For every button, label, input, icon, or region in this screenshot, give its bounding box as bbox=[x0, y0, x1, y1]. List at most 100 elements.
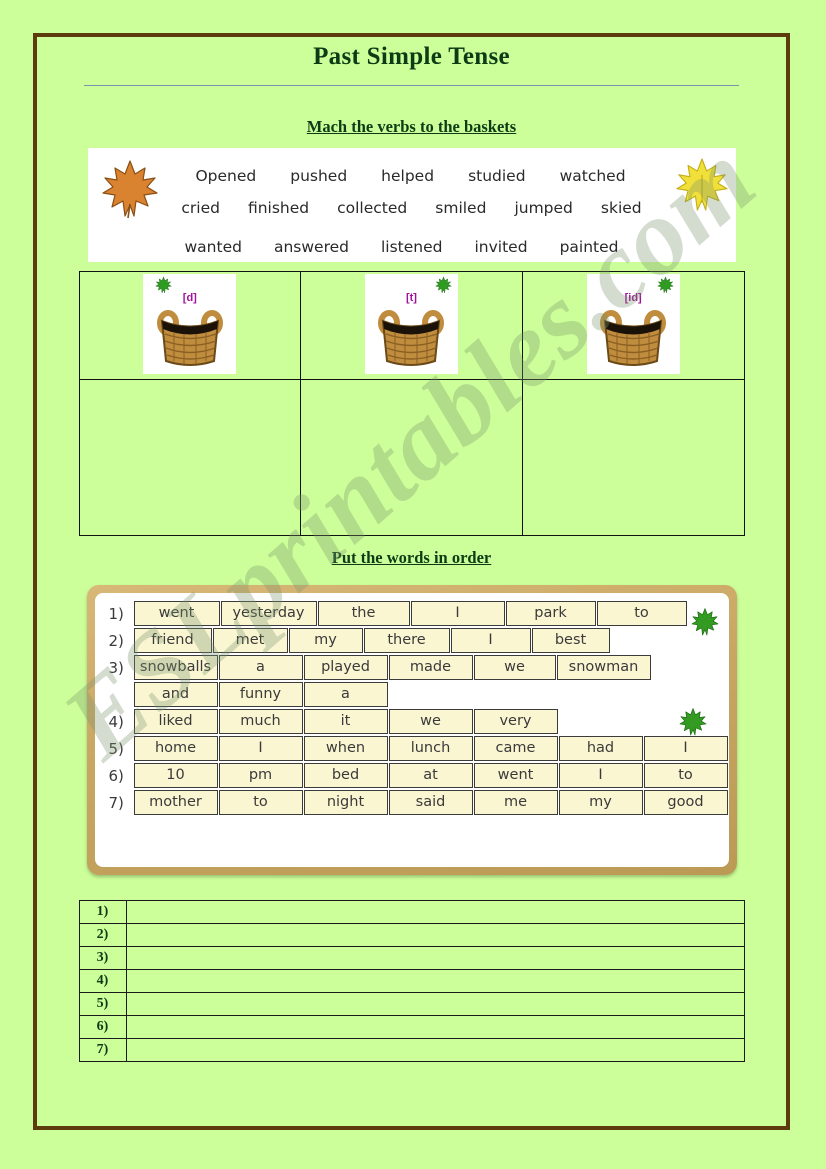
scramble-word-box[interactable]: good bbox=[643, 790, 728, 815]
answer-row-number: 3) bbox=[78, 946, 127, 970]
verb-word: skied bbox=[600, 199, 642, 217]
scramble-word-box[interactable]: to bbox=[643, 763, 728, 788]
scramble-word-box[interactable]: pm bbox=[218, 763, 303, 788]
answer-row-number: 5) bbox=[78, 992, 127, 1016]
baskets-table: [d] [t] [id] bbox=[78, 271, 745, 536]
scramble-word-box[interactable]: to bbox=[218, 790, 303, 815]
scramble-word-box[interactable]: when bbox=[303, 736, 388, 761]
scramble-word-box[interactable]: very bbox=[473, 709, 558, 734]
scramble-word-group: mother to night said me my good bbox=[133, 790, 729, 815]
scramble-line-number: 7) bbox=[108, 793, 124, 812]
scramble-line: 1) went yesterday the Ipark to bbox=[105, 601, 717, 626]
verb-word: finished bbox=[247, 199, 310, 217]
basket-cell-id[interactable]: [id] bbox=[521, 271, 745, 380]
scramble-line: 4) liked much it we very bbox=[105, 709, 717, 734]
scramble-word-box[interactable]: friend bbox=[133, 628, 212, 653]
scramble-word-box[interactable]: went bbox=[473, 763, 558, 788]
basket-icon bbox=[595, 305, 671, 372]
basket-cell-d[interactable]: [d] bbox=[78, 271, 302, 380]
verbs-row: wanted answered listened invited painted bbox=[88, 217, 736, 256]
scramble-word-box[interactable]: lunch bbox=[388, 736, 473, 761]
scramble-word-box[interactable]: mother bbox=[133, 790, 218, 815]
scramble-word-box[interactable]: 10 bbox=[133, 763, 218, 788]
answer-input-cell[interactable] bbox=[125, 969, 745, 993]
answer-input-cell[interactable] bbox=[125, 1038, 745, 1062]
scramble-word-box[interactable]: night bbox=[303, 790, 388, 815]
answer-input-cell[interactable] bbox=[125, 992, 745, 1016]
scramble-word-box[interactable]: my bbox=[288, 628, 363, 653]
scramble-word-box[interactable]: met bbox=[212, 628, 288, 653]
scramble-word-box[interactable]: said bbox=[388, 790, 473, 815]
verbs-word-bank: Opened pushed helped studied watched cri… bbox=[87, 148, 736, 262]
basket-icon bbox=[373, 305, 449, 372]
answer-row: 6) bbox=[78, 1015, 745, 1039]
basket-dropzone-id[interactable] bbox=[521, 379, 745, 536]
scramble-word-box[interactable]: to bbox=[596, 601, 687, 626]
scramble-word-box[interactable]: came bbox=[473, 736, 558, 761]
green-maple-leaf-icon bbox=[691, 607, 719, 642]
orange-maple-leaf-icon bbox=[101, 158, 158, 225]
scramble-word-box[interactable]: went bbox=[133, 601, 220, 626]
green-maple-leaf-icon bbox=[679, 707, 707, 742]
scramble-word-box[interactable]: made bbox=[388, 655, 473, 680]
answer-input-cell[interactable] bbox=[125, 900, 745, 924]
basket-icon bbox=[152, 305, 228, 372]
answer-row: 3) bbox=[78, 946, 745, 970]
scramble-word-box[interactable]: I bbox=[218, 736, 303, 761]
basket-dropzone-d[interactable] bbox=[78, 379, 302, 536]
answer-row: 7) bbox=[78, 1038, 745, 1062]
basket-tile: [d] bbox=[143, 274, 237, 374]
scramble-word-box[interactable]: funny bbox=[218, 682, 303, 707]
scramble-word-box[interactable]: liked bbox=[133, 709, 218, 734]
answer-input-cell[interactable] bbox=[125, 923, 745, 947]
scramble-word-box[interactable]: at bbox=[388, 763, 473, 788]
scramble-word-group: 10 pm bed at went Ito bbox=[133, 763, 729, 788]
scramble-line-number: 2) bbox=[108, 631, 124, 650]
basket-dropzone-t[interactable] bbox=[300, 379, 523, 536]
scramble-word-box[interactable]: home bbox=[133, 736, 218, 761]
scramble-word-box[interactable]: snowballs bbox=[133, 655, 218, 680]
verb-word: invited bbox=[474, 238, 528, 256]
answer-input-cell[interactable] bbox=[125, 1015, 745, 1039]
scramble-word-box[interactable]: had bbox=[558, 736, 643, 761]
scramble-word-box[interactable]: a bbox=[218, 655, 303, 680]
scramble-line-list: 1) went yesterday the Ipark to 2) friend met my th… bbox=[105, 601, 728, 815]
scramble-word-box[interactable]: bed bbox=[303, 763, 388, 788]
verb-word: pushed bbox=[290, 167, 348, 185]
title-divider bbox=[84, 85, 739, 86]
scramble-line-number: 3) bbox=[108, 658, 124, 677]
scramble-word-box[interactable]: me bbox=[473, 790, 558, 815]
scramble-word-box[interactable]: played bbox=[303, 655, 388, 680]
verb-word: answered bbox=[273, 238, 349, 256]
basket-tile: [t] bbox=[364, 274, 458, 374]
answer-row: 5) bbox=[78, 992, 745, 1016]
scramble-word-box[interactable]: park bbox=[505, 601, 596, 626]
basket-label: [t] bbox=[405, 292, 417, 304]
match-task-heading: Mach the verbs to the baskets bbox=[306, 117, 517, 136]
scramble-word-box[interactable]: my bbox=[558, 790, 643, 815]
scramble-word-box[interactable]: it bbox=[303, 709, 388, 734]
scramble-word-box[interactable]: we bbox=[473, 655, 556, 680]
scramble-word-group: and funny a bbox=[133, 682, 717, 707]
scramble-word-box[interactable]: we bbox=[388, 709, 473, 734]
scramble-word-box[interactable]: a bbox=[303, 682, 388, 707]
scramble-word-box[interactable]: the bbox=[317, 601, 410, 626]
verb-word: collected bbox=[337, 199, 408, 217]
scramble-word-box[interactable]: I bbox=[450, 628, 531, 653]
scramble-word-box[interactable]: yesterday bbox=[220, 601, 317, 626]
scramble-word-box[interactable]: I bbox=[558, 763, 643, 788]
scramble-word-box[interactable]: and bbox=[133, 682, 218, 707]
answer-input-cell[interactable] bbox=[125, 946, 745, 970]
scramble-word-box[interactable]: I bbox=[410, 601, 505, 626]
scramble-word-box[interactable]: much bbox=[218, 709, 303, 734]
scramble-line-number: 6) bbox=[108, 766, 124, 785]
word-order-panel-inner: 1) went yesterday the Ipark to 2) friend met my th… bbox=[94, 593, 729, 867]
scramble-word-box[interactable]: best bbox=[531, 628, 610, 653]
scramble-word-box[interactable]: snowman bbox=[556, 655, 651, 680]
answer-row-number: 6) bbox=[78, 1015, 127, 1039]
scramble-line: 3)andfunnya bbox=[105, 682, 717, 707]
scramble-word-group: liked much it we very bbox=[133, 709, 717, 734]
scramble-word-box[interactable]: there bbox=[363, 628, 450, 653]
scramble-word-group: snowballs a played made we snowman bbox=[133, 655, 717, 680]
basket-cell-t[interactable]: [t] bbox=[300, 271, 523, 380]
